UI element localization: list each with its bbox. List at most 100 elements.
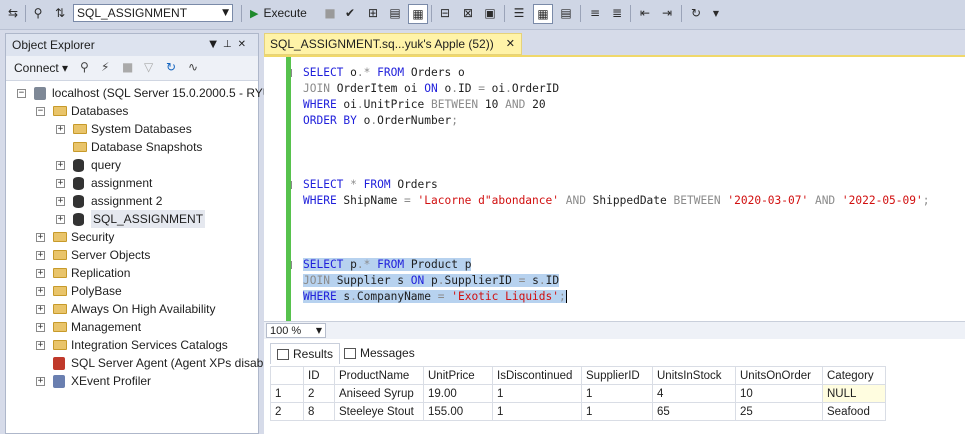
column-header[interactable]: ProductName bbox=[334, 366, 424, 385]
client-stats-icon[interactable]: ▣ bbox=[481, 4, 499, 22]
grid-cell[interactable]: 1 bbox=[581, 402, 653, 421]
collapse-icon[interactable]: − bbox=[17, 89, 26, 98]
parse-check-icon[interactable]: ✔ bbox=[341, 4, 359, 22]
include-plan-icon[interactable]: ⊟ bbox=[436, 4, 454, 22]
collapse-marker[interactable] bbox=[291, 181, 292, 189]
expand-icon[interactable]: + bbox=[56, 215, 65, 224]
tree-item[interactable]: + Server Objects bbox=[36, 246, 258, 264]
column-header[interactable]: SupplierID bbox=[581, 366, 653, 385]
table-row[interactable]: 2 8 Steeleye Stout 155.00 1 1 65 25 Seafood bbox=[270, 402, 886, 421]
grid-cell[interactable]: 2 bbox=[303, 384, 335, 403]
pin-icon[interactable]: ⊥ bbox=[223, 39, 238, 50]
grid-cell[interactable]: Seafood bbox=[822, 402, 886, 421]
expand-icon[interactable]: + bbox=[36, 377, 45, 386]
expand-icon[interactable]: + bbox=[56, 161, 65, 170]
tree-item[interactable]: Database Snapshots bbox=[56, 138, 258, 156]
column-header[interactable] bbox=[270, 366, 304, 385]
expand-icon[interactable]: + bbox=[36, 269, 45, 278]
grid-cell[interactable]: 1 bbox=[492, 384, 582, 403]
grid-cell[interactable]: 4 bbox=[652, 384, 736, 403]
uncomment-icon[interactable]: ≣ bbox=[608, 4, 626, 22]
display-plan-icon[interactable]: ⊞ bbox=[364, 4, 382, 22]
tree-item[interactable]: − localhost (SQL Server 15.0.2000.5 - RYU bbox=[17, 84, 271, 102]
tree-item[interactable]: + Integration Services Catalogs bbox=[36, 336, 258, 354]
dropdown-icon[interactable]: ▼ bbox=[209, 39, 223, 50]
disconnect-icon[interactable]: ⚡ bbox=[101, 60, 109, 74]
decrease-indent-icon[interactable]: ⇤ bbox=[636, 4, 654, 22]
toolbar-overflow-icon[interactable]: ▼ bbox=[707, 4, 725, 22]
code-line[interactable]: SELECT * FROM Orders bbox=[303, 177, 438, 193]
expand-icon[interactable]: + bbox=[36, 341, 45, 350]
tree-item[interactable]: + Always On High Availability bbox=[36, 300, 258, 318]
results-to-grid-icon[interactable]: ▦ bbox=[408, 4, 428, 24]
column-header[interactable]: UnitsOnOrder bbox=[735, 366, 823, 385]
column-header[interactable]: UnitPrice bbox=[423, 366, 493, 385]
table-row[interactable]: 1 2 Aniseed Syrup 19.00 1 1 4 10 NULL bbox=[270, 384, 886, 403]
execute-button[interactable]: ▶ Execute bbox=[250, 5, 307, 22]
tree-item[interactable]: + PolyBase bbox=[36, 282, 258, 300]
filter-icon[interactable]: ▽ bbox=[144, 60, 153, 74]
refresh-icon[interactable]: ↻ bbox=[166, 60, 176, 74]
tree-item[interactable]: − Databases bbox=[36, 102, 258, 120]
grid-cell[interactable]: 65 bbox=[652, 402, 736, 421]
expand-icon[interactable]: + bbox=[36, 287, 45, 296]
code-line[interactable]: WHERE oi.UnitPrice BETWEEN 10 AND 20 bbox=[303, 97, 546, 113]
results-to-file-icon[interactable]: ▤ bbox=[557, 4, 575, 22]
expand-icon[interactable]: + bbox=[56, 197, 65, 206]
code-line[interactable]: ORDER BY o.OrderNumber; bbox=[303, 113, 458, 129]
connect-button[interactable]: Connect ▾ bbox=[14, 61, 68, 75]
tree-item[interactable]: + query bbox=[56, 156, 258, 174]
activity-monitor-icon[interactable]: ∿ bbox=[188, 60, 198, 74]
tree-item[interactable]: + XEvent Profiler bbox=[36, 372, 258, 390]
tree-item[interactable]: + Management bbox=[36, 318, 258, 336]
tree-item[interactable]: + assignment bbox=[56, 174, 258, 192]
grid-cell[interactable]: Aniseed Syrup bbox=[334, 384, 424, 403]
increase-indent-icon[interactable]: ⇥ bbox=[658, 4, 676, 22]
grid-cell[interactable]: 8 bbox=[303, 402, 335, 421]
column-header[interactable]: ID bbox=[303, 366, 335, 385]
format-icon[interactable]: ⇆ bbox=[4, 4, 22, 22]
column-header[interactable]: UnitsInStock bbox=[652, 366, 736, 385]
tab-messages[interactable]: Messages bbox=[344, 343, 415, 363]
stop-icon[interactable]: ■ bbox=[321, 4, 339, 22]
row-number[interactable]: 2 bbox=[270, 402, 304, 421]
query-tab[interactable]: SQL_ASSIGNMENT.sq...yuk's Apple (52)) ✕ bbox=[264, 33, 522, 55]
close-icon[interactable]: ✕ bbox=[506, 34, 515, 54]
tab-results[interactable]: Results bbox=[270, 343, 341, 364]
tree-item[interactable]: + SQL_ASSIGNMENT bbox=[56, 210, 258, 228]
expand-icon[interactable]: + bbox=[36, 323, 45, 332]
specify-values-icon[interactable]: ↻ bbox=[687, 4, 705, 22]
results-grid-icon[interactable]: ▦ bbox=[533, 4, 553, 24]
collapse-icon[interactable]: − bbox=[36, 107, 45, 116]
row-number[interactable]: 1 bbox=[270, 384, 304, 403]
code-line[interactable]: JOIN Supplier s ON p.SupplierID = s.ID bbox=[303, 273, 560, 289]
grid-cell[interactable]: 10 bbox=[735, 384, 823, 403]
column-header[interactable]: IsDiscontinued bbox=[492, 366, 582, 385]
results-to-text-icon[interactable]: ☰ bbox=[510, 4, 528, 22]
grid-cell[interactable]: 1 bbox=[581, 384, 653, 403]
stop-icon[interactable]: ■ bbox=[122, 60, 133, 74]
expand-icon[interactable]: + bbox=[36, 305, 45, 314]
code-line[interactable]: SELECT o.* FROM Orders o bbox=[303, 65, 465, 81]
code-line[interactable]: WHERE s.CompanyName = 'Exotic Liquids'; bbox=[303, 289, 567, 305]
close-icon[interactable]: ✕ bbox=[238, 39, 252, 50]
code-line[interactable]: SELECT p.* FROM Product p bbox=[303, 257, 472, 273]
expand-icon[interactable]: + bbox=[56, 179, 65, 188]
tree-item[interactable]: SQL Server Agent (Agent XPs disabl bbox=[36, 354, 266, 372]
live-stats-icon[interactable]: ⊠ bbox=[459, 4, 477, 22]
plug-icon[interactable]: ⚲ bbox=[80, 60, 89, 74]
collapse-marker[interactable] bbox=[291, 261, 292, 269]
tree-item[interactable]: + Replication bbox=[36, 264, 258, 282]
expand-icon[interactable]: + bbox=[56, 125, 65, 134]
change-connection-icon[interactable]: ⇅ bbox=[51, 4, 69, 22]
tree-item[interactable]: + assignment 2 bbox=[56, 192, 258, 210]
code-line[interactable]: WHERE ShipName = 'Lacorne d"abondance' A… bbox=[303, 193, 929, 209]
grid-cell[interactable]: 19.00 bbox=[423, 384, 493, 403]
grid-cell[interactable]: 25 bbox=[735, 402, 823, 421]
plug-icon[interactable]: ⚲ bbox=[29, 4, 47, 22]
column-header[interactable]: Category bbox=[822, 366, 886, 385]
query-options-icon[interactable]: ▤ bbox=[386, 4, 404, 22]
expand-icon[interactable]: + bbox=[36, 251, 45, 260]
grid-cell[interactable]: Steeleye Stout bbox=[334, 402, 424, 421]
tree-item[interactable]: + System Databases bbox=[56, 120, 258, 138]
